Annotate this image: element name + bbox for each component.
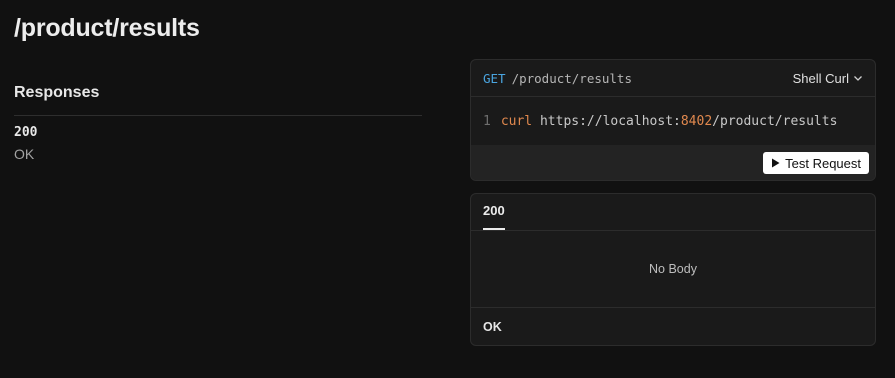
request-footer: Test Request bbox=[471, 145, 875, 180]
page: /product/results Responses 200 OK GET/pr… bbox=[0, 0, 895, 378]
response-status-text: OK bbox=[483, 320, 502, 334]
code-url-suffix: /product/results bbox=[712, 113, 838, 129]
tab-200[interactable]: 200 bbox=[483, 203, 505, 230]
client-select-dropdown[interactable]: Shell Curl bbox=[793, 71, 863, 86]
response-description: OK bbox=[14, 146, 35, 162]
response-tabs: 200 bbox=[471, 194, 875, 231]
chevron-down-icon bbox=[854, 76, 862, 81]
play-icon bbox=[772, 158, 780, 168]
request-path: /product/results bbox=[511, 70, 632, 86]
code-port: 8402 bbox=[680, 113, 713, 129]
code-url-prefix: https://localhost: bbox=[539, 113, 681, 129]
test-request-label: Test Request bbox=[785, 155, 861, 171]
client-select-label: Shell Curl bbox=[792, 70, 849, 86]
response-example-card: 200 No Body OK bbox=[470, 193, 876, 346]
responses-heading: Responses bbox=[14, 84, 422, 116]
request-header: GET/product/results Shell Curl bbox=[471, 60, 875, 97]
code-command: curl bbox=[500, 113, 533, 129]
test-request-button[interactable]: Test Request bbox=[763, 152, 869, 174]
request-example-card: GET/product/results Shell Curl 1 curl ht… bbox=[470, 59, 876, 181]
response-body: No Body bbox=[471, 231, 875, 308]
line-number: 1 bbox=[483, 113, 491, 129]
http-method: GET bbox=[483, 70, 506, 86]
response-code: 200 bbox=[14, 125, 38, 140]
request-endpoint: GET/product/results bbox=[483, 71, 632, 86]
page-title: /product/results bbox=[14, 14, 200, 42]
code-line: 1 curl https://localhost: 8402/product/re… bbox=[471, 97, 875, 145]
responses-section: Responses 200 OK bbox=[14, 84, 422, 162]
